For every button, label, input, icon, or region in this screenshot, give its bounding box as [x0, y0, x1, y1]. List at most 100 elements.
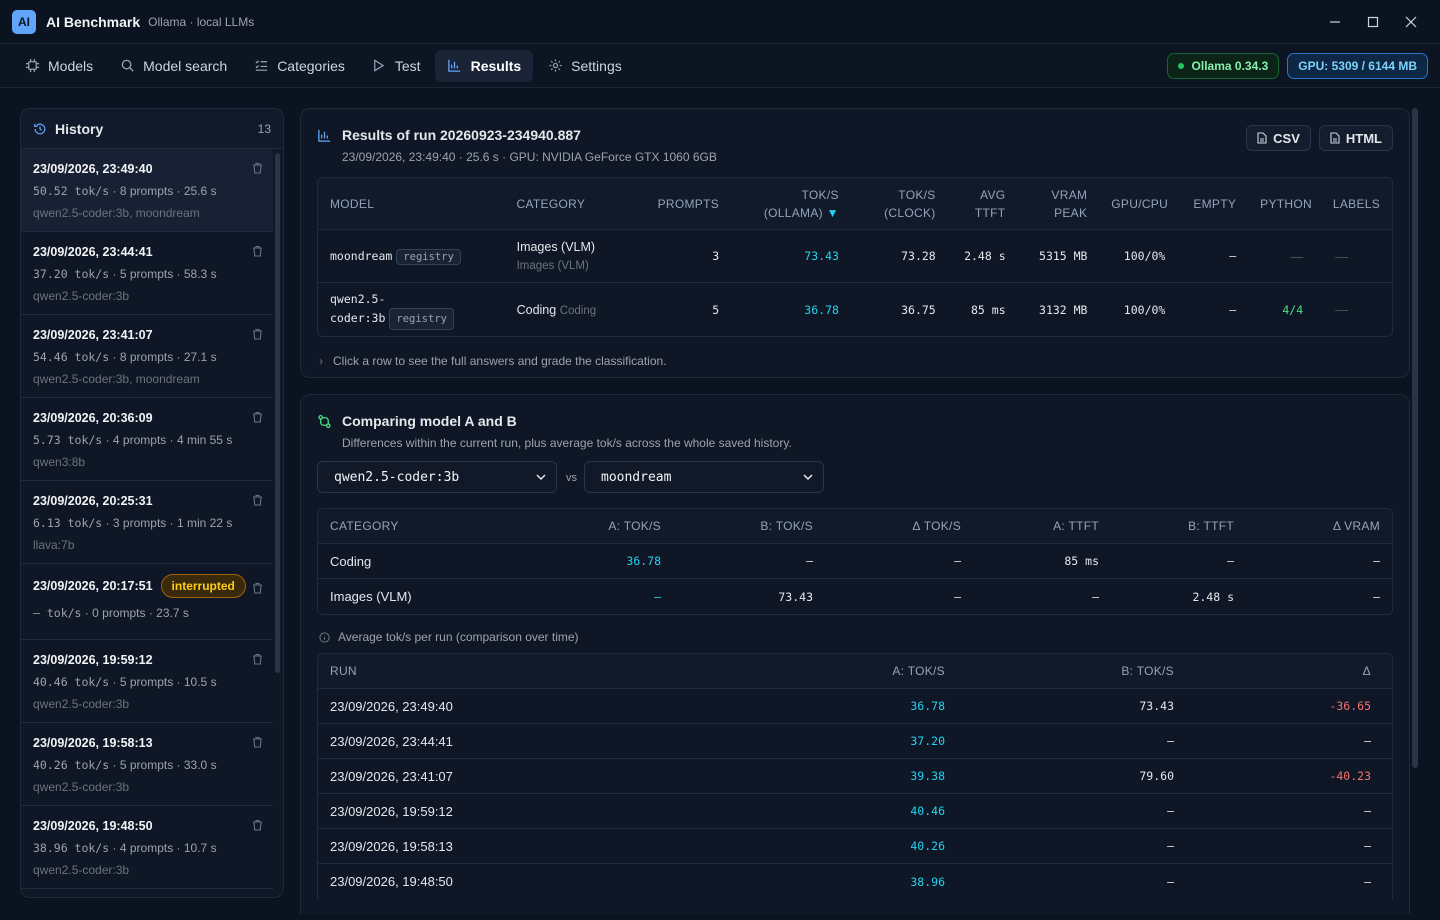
- info-icon: [319, 631, 330, 643]
- history-item[interactable]: 23/09/2026, 20:25:31 6.13 tok/s · 3 prom…: [21, 481, 273, 564]
- trash-icon[interactable]: [252, 819, 263, 834]
- bar-chart-icon: [447, 58, 463, 74]
- col-ttft-l2: TTFT: [974, 205, 1006, 220]
- labels-value: —: [1335, 302, 1349, 317]
- history-scrollbar[interactable]: [275, 153, 280, 673]
- app-logo: AI: [12, 9, 36, 34]
- history-models: qwen2.5-coder:3b: [33, 780, 130, 794]
- trash-icon[interactable]: [252, 328, 263, 343]
- tab-model-search[interactable]: Model search: [107, 50, 239, 82]
- history-item[interactable]: 23/09/2026, 20:17:51 interrupted – tok/s …: [21, 564, 273, 640]
- tab-results[interactable]: Results: [434, 49, 534, 82]
- col-model[interactable]: MODEL: [318, 197, 505, 211]
- history-models: qwen2.5-coder:3b, moondream: [33, 206, 200, 220]
- tab-model-search-label: Model search: [143, 57, 228, 74]
- history-date: 23/09/2026, 19:48:50: [33, 819, 153, 833]
- trash-icon[interactable]: [252, 411, 263, 426]
- tab-settings-label: Settings: [571, 57, 622, 74]
- tab-models[interactable]: Models: [12, 50, 105, 82]
- col-prompts[interactable]: PROMPTS: [644, 197, 731, 211]
- trash-icon[interactable]: [252, 245, 263, 260]
- table-row[interactable]: moondream registry Images (VLM) Images (V…: [318, 230, 1392, 283]
- trash-icon[interactable]: [252, 653, 263, 668]
- history-models: qwen2.5-coder:3b: [33, 863, 130, 877]
- delta-value: -40.23: [1329, 769, 1371, 783]
- history-models: qwen3:8b: [33, 455, 86, 469]
- tab-settings[interactable]: Settings: [535, 50, 634, 82]
- interrupted-badge: interrupted: [160, 574, 246, 598]
- col-delta-toks: Δ TOK/S: [912, 519, 961, 533]
- tab-test[interactable]: Test: [359, 50, 433, 82]
- history-prompts: 4 prompts: [112, 433, 167, 447]
- trash-icon[interactable]: [252, 494, 263, 509]
- col-ttft-l1: AVG: [980, 187, 1006, 202]
- col-category: CATEGORY: [330, 519, 399, 533]
- history-duration: 4 min 55 s: [176, 433, 233, 447]
- minimize-icon[interactable]: [1326, 13, 1344, 31]
- sort-desc-icon: ▼: [826, 205, 839, 220]
- history-item[interactable]: 23/09/2026, 19:59:12 40.46 tok/s · 5 pro…: [21, 640, 273, 723]
- col-gpucpu[interactable]: GPU/CPU: [1099, 197, 1177, 211]
- model-name-l2: coder:3b: [330, 310, 386, 325]
- col-toks-clock[interactable]: TOK/S (CLOCK): [851, 186, 948, 222]
- model-a-select[interactable]: qwen2.5-coder:3b: [317, 461, 557, 493]
- a-toks-value: 36.78: [626, 554, 661, 568]
- history-toks: 54.46 tok/s: [33, 350, 110, 364]
- search-icon: [119, 58, 135, 74]
- history-toks: 6.13 tok/s: [33, 516, 103, 530]
- results-table: MODEL CATEGORY PROMPTS TOK/S (OLLAMA) ▼ T…: [317, 177, 1393, 337]
- results-panel: Results of run 20260923-234940.887 23/09…: [300, 108, 1410, 378]
- history-date: 23/09/2026, 20:36:09: [33, 411, 153, 425]
- history-toks: 5.73 tok/s: [33, 433, 103, 447]
- main-scrollbar[interactable]: [1412, 108, 1418, 768]
- history-item[interactable]: 23/09/2026, 19:48:50 38.96 tok/s · 4 pro…: [21, 806, 273, 889]
- history-item[interactable]: 23/09/2026, 23:49:40 50.52 tok/s · 8 pro…: [21, 149, 273, 232]
- trash-icon[interactable]: [252, 582, 263, 597]
- history-item[interactable]: 23/09/2026, 20:36:09 5.73 tok/s · 4 prom…: [21, 398, 273, 481]
- category-name: Images (VLM): [516, 239, 596, 254]
- delta-vram-value: –: [1373, 589, 1380, 604]
- results-hint[interactable]: › Click a row to see the full answers an…: [319, 354, 667, 368]
- history-date: 23/09/2026, 20:25:31: [33, 494, 153, 508]
- table-row: Images (VLM) – 73.43 – – 2.48 s –: [318, 579, 1392, 614]
- ollama-status-badge: Ollama 0.34.3: [1166, 52, 1280, 79]
- export-csv-button[interactable]: CSV: [1246, 125, 1311, 151]
- vram-value: 5315 MB: [1039, 249, 1088, 263]
- table-row: 23/09/2026, 19:48:50 38.96 – –: [318, 864, 1392, 899]
- col-labels[interactable]: LABELS: [1315, 197, 1392, 211]
- toks-clock-value: 36.75: [901, 302, 936, 317]
- export-html-button[interactable]: HTML: [1318, 125, 1393, 151]
- main-area: History 13 23/09/2026, 23:49:40 50.52 to…: [0, 88, 1440, 920]
- table-row: Coding 36.78 – – 85 ms – –: [318, 544, 1392, 579]
- tab-categories[interactable]: Categories: [241, 50, 357, 82]
- col-python[interactable]: PYTHON: [1248, 197, 1315, 211]
- col-vram-peak[interactable]: VRAM PEAK: [1017, 186, 1099, 222]
- table-row[interactable]: qwen2.5- coder:3b registry Coding Coding 5…: [318, 283, 1392, 336]
- maximize-icon[interactable]: [1364, 13, 1382, 31]
- history-icon: [33, 122, 47, 136]
- run-date: 23/09/2026, 23:49:40: [330, 698, 453, 714]
- history-models: qwen2.5-coder:3b: [33, 697, 130, 711]
- col-vram-l1: VRAM: [1051, 187, 1088, 202]
- history-header: History 13: [21, 109, 283, 149]
- history-date: 23/09/2026, 23:49:40: [33, 162, 153, 176]
- col-empty[interactable]: EMPTY: [1177, 197, 1248, 211]
- model-b-select[interactable]: moondream: [584, 461, 824, 493]
- history-title: History: [55, 120, 104, 137]
- history-prompts: 4 prompts: [119, 841, 174, 855]
- delta-value: –: [1364, 874, 1371, 889]
- col-avg-ttft[interactable]: AVG TTFT: [948, 186, 1018, 222]
- trash-icon[interactable]: [252, 162, 263, 177]
- history-prompts: 8 prompts: [119, 184, 174, 198]
- export-csv-label: CSV: [1273, 130, 1300, 146]
- compare-icon: [317, 414, 332, 429]
- history-item[interactable]: 23/09/2026, 19:58:13 40.26 tok/s · 5 pro…: [21, 723, 273, 806]
- history-date: 23/09/2026, 20:17:51: [33, 579, 153, 593]
- col-category[interactable]: CATEGORY: [505, 197, 645, 211]
- trash-icon[interactable]: [252, 736, 263, 751]
- history-item[interactable]: 23/09/2026, 23:41:07 54.46 tok/s · 8 pro…: [21, 315, 273, 398]
- close-icon[interactable]: [1402, 13, 1420, 31]
- compare-title: Comparing model A and B: [342, 413, 517, 429]
- col-toks-ollama[interactable]: TOK/S (OLLAMA) ▼: [731, 186, 851, 222]
- history-item[interactable]: 23/09/2026, 23:44:41 37.20 tok/s · 5 pro…: [21, 232, 273, 315]
